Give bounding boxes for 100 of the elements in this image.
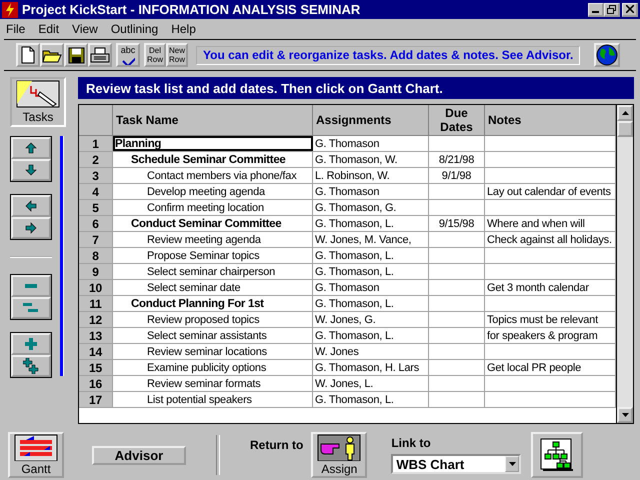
print-button[interactable] <box>88 43 112 67</box>
return-label: Return to <box>250 438 304 452</box>
row-number: 10 <box>79 280 113 295</box>
table-cell: Lay out calendar of events <box>487 186 611 198</box>
table-cell: Get local PR people <box>487 362 582 374</box>
arrow-up-icon <box>25 142 37 154</box>
task-cell[interactable]: List potential speakers <box>113 392 313 407</box>
expand-all-button[interactable] <box>11 355 51 377</box>
row-number: 16 <box>79 376 113 391</box>
row-number: 6 <box>79 216 113 231</box>
table-cell: G. Thomason, L. <box>313 392 429 407</box>
table-cell: G. Thomason, L. <box>313 264 429 279</box>
table-cell: 9/15/98 <box>438 218 474 230</box>
row-number: 7 <box>79 232 113 247</box>
table-cell: W. Jones, M. Vance, <box>313 232 429 247</box>
table-cell: G. Thomason, L. <box>313 328 429 343</box>
close-button[interactable] <box>622 2 638 16</box>
table-cell: W. Jones <box>313 344 429 359</box>
table-cell: G. Thomason, L. <box>313 296 429 311</box>
task-cell[interactable]: Confirm meeting location <box>113 200 313 215</box>
printer-icon <box>90 46 110 64</box>
vertical-scrollbar[interactable] <box>616 105 633 423</box>
column-header: Task Name <box>113 105 313 135</box>
table-cell: Check against all holidays. <box>487 234 612 246</box>
scroll-thumb[interactable] <box>617 121 633 137</box>
task-cell[interactable]: Select seminar date <box>113 280 313 295</box>
task-cell[interactable]: Conduct Seminar Committee <box>113 216 313 231</box>
task-cell[interactable]: Review seminar locations <box>113 344 313 359</box>
row-number: 14 <box>79 344 113 359</box>
arrow-up-icon <box>622 111 628 115</box>
wbs-chart-button[interactable] <box>531 432 584 478</box>
row-number: 17 <box>79 392 113 407</box>
task-cell[interactable]: Contact members via phone/fax <box>113 168 313 183</box>
minimize-button[interactable] <box>588 2 604 16</box>
web-button[interactable] <box>594 43 620 67</box>
task-cell[interactable]: Propose Seminar topics <box>113 248 313 263</box>
menu-item[interactable]: Edit <box>38 22 60 36</box>
row-button[interactable]: New Row <box>166 43 188 67</box>
globe-icon <box>596 44 618 66</box>
checklist-pen-icon <box>16 80 60 108</box>
window-title: Project KickStart - INFORMATION ANALYSIS SEMINAR <box>22 2 362 17</box>
assign-button[interactable]: Assign <box>311 432 368 478</box>
menu-item[interactable]: Help <box>171 22 196 36</box>
scroll-up-button[interactable] <box>617 105 633 121</box>
arrow-left-icon <box>25 200 37 212</box>
menu-item[interactable]: Outlining <box>110 22 158 36</box>
task-cell[interactable]: Examine publicity options <box>113 360 313 375</box>
minus-icon <box>25 284 37 288</box>
menu-item[interactable]: File <box>6 22 26 36</box>
task-cell[interactable]: Planning <box>113 136 313 151</box>
lightning-icon <box>2 2 18 18</box>
outdent-button[interactable] <box>11 195 51 217</box>
collapse-all-button[interactable] <box>11 297 51 319</box>
table-cell: 9/1/98 <box>442 170 472 182</box>
task-cell[interactable]: Develop meeting agenda <box>113 184 313 199</box>
table-cell: W. Jones, G. <box>313 312 429 327</box>
scroll-down-button[interactable] <box>617 407 633 423</box>
spell-check-button[interactable]: abc <box>116 43 140 67</box>
tasks-button[interactable]: Tasks <box>10 77 66 127</box>
advisor-button[interactable]: Advisor <box>92 446 186 464</box>
task-cell[interactable]: Review proposed topics <box>113 312 313 327</box>
restore-button[interactable] <box>604 2 620 16</box>
arrow-down-icon <box>25 164 37 176</box>
move-up-button[interactable] <box>11 137 51 159</box>
row-number: 12 <box>79 312 113 327</box>
arrow-right-icon <box>25 222 37 234</box>
task-cell[interactable]: Select seminar chairperson <box>113 264 313 279</box>
link-dropdown[interactable]: WBS Chart <box>391 454 522 474</box>
hint-text: You can edit & reorganize tasks. Add dates & notes. See Advisor. <box>196 46 580 64</box>
task-cell[interactable]: Review seminar formats <box>113 376 313 391</box>
row-number: 3 <box>79 168 113 183</box>
new-file-button[interactable] <box>16 43 40 67</box>
table-cell: 8/21/98 <box>438 154 474 166</box>
save-button[interactable] <box>64 43 88 67</box>
gantt-button[interactable]: Gantt <box>8 432 64 478</box>
task-cell[interactable]: Review meeting agenda <box>113 232 313 247</box>
task-cell[interactable]: Schedule Seminar Committee <box>113 152 313 167</box>
org-chart-icon <box>540 438 574 472</box>
row-number: 2 <box>79 152 113 167</box>
table-cell: for speakers & program <box>487 330 598 342</box>
collapse-button[interactable] <box>11 275 51 297</box>
row-number: 11 <box>79 296 113 311</box>
row-number: 1 <box>79 136 113 151</box>
move-down-button[interactable] <box>11 159 51 181</box>
plus-icon <box>25 338 37 350</box>
menu-item[interactable]: View <box>72 22 98 36</box>
task-cell[interactable]: Select seminar assistants <box>113 328 313 343</box>
double-plus-icon <box>23 358 39 374</box>
expand-button[interactable] <box>11 333 51 355</box>
open-button[interactable] <box>40 43 64 67</box>
table-cell: G. Thomason, G. <box>313 200 429 215</box>
row-number: 13 <box>79 328 113 343</box>
table-cell: G. Thomason <box>313 184 429 199</box>
task-cell[interactable]: Conduct Planning For 1st <box>113 296 313 311</box>
table-cell: G. Thomason, L. <box>313 248 429 263</box>
table-cell: G. Thomason <box>313 136 429 151</box>
row-button[interactable]: Del Row <box>144 43 166 67</box>
indent-button[interactable] <box>11 217 51 239</box>
pointing-hand-person-icon <box>317 434 362 461</box>
table-cell: L. Robinson, W. <box>313 168 429 183</box>
